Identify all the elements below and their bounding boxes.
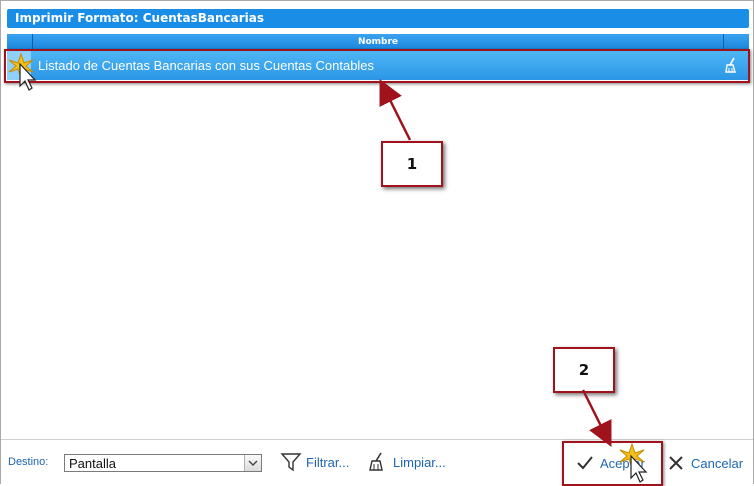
filter-label: Filtrar... (306, 454, 350, 470)
dropdown-toggle[interactable] (244, 455, 261, 471)
cancel-label: Cancelar (691, 455, 744, 471)
format-grid: Nombre Listado de Cuentas Bancarias con … (7, 34, 749, 434)
callout-2: 2 (553, 347, 615, 393)
filter-button[interactable]: Filtrar... (280, 450, 349, 474)
destination-value: Pantalla (69, 456, 116, 471)
dialog-title: Imprimir Formato: CuentasBancarias (7, 9, 749, 28)
clear-label: Limpiar... (393, 454, 446, 470)
print-format-dialog: Imprimir Formato: CuentasBancarias Nombr… (0, 0, 754, 486)
destination-select[interactable]: Pantalla (64, 454, 262, 472)
annotation-highlight-row (4, 49, 750, 83)
callout-1: 1 (381, 141, 443, 187)
x-icon (669, 456, 683, 470)
broom-icon (369, 452, 383, 471)
chevron-down-icon (248, 460, 258, 466)
cancel-button[interactable]: Cancelar (667, 448, 743, 478)
destination-label: Destino: (8, 456, 49, 468)
column-header-nombre[interactable]: Nombre (358, 37, 398, 47)
annotation-highlight-accept (562, 441, 663, 486)
funnel-icon (280, 453, 302, 472)
clear-button[interactable]: Limpiar... (367, 450, 446, 474)
